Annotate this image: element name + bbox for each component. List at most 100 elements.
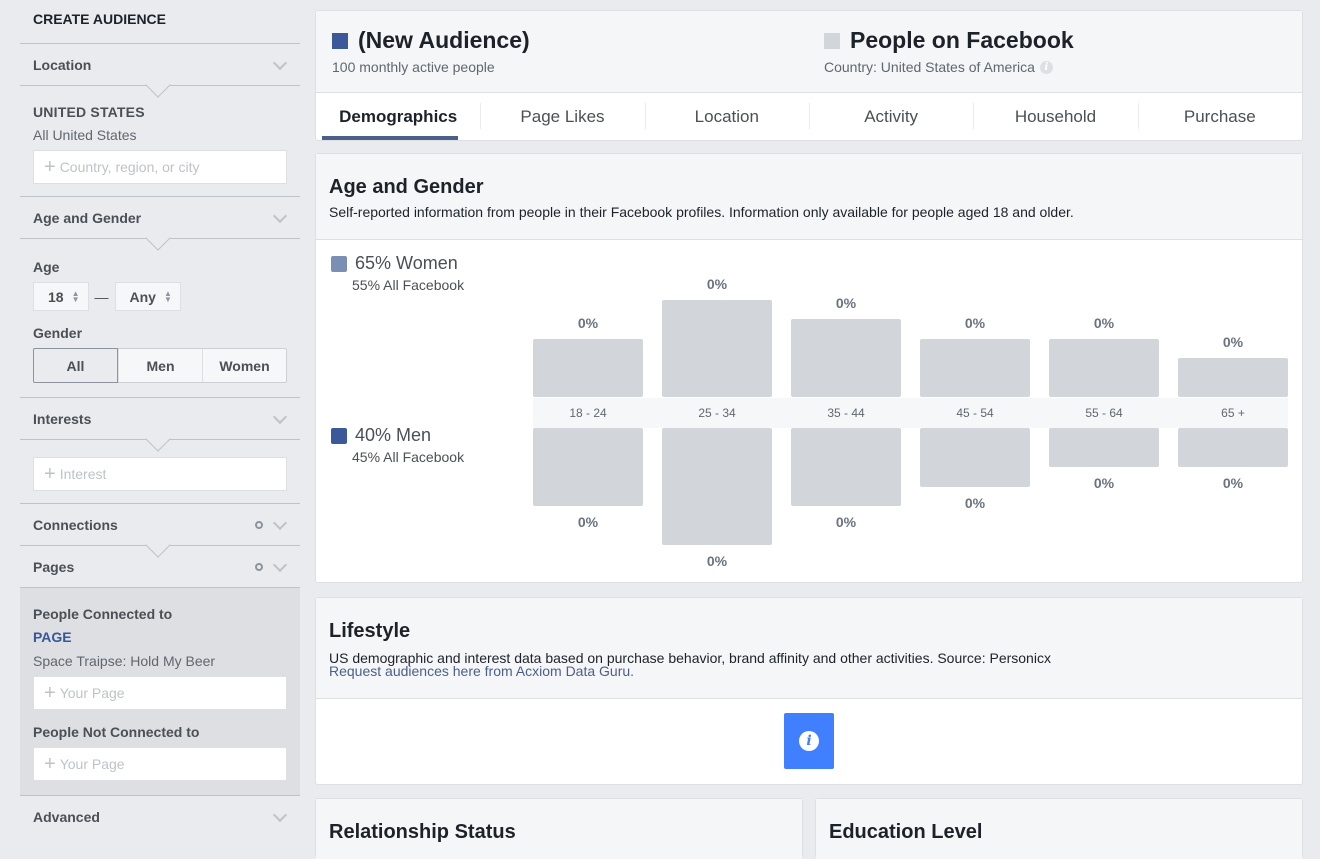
interest-input[interactable]: + Interest bbox=[33, 457, 287, 491]
sort-arrows-icon: ▲ ▼ bbox=[163, 288, 172, 304]
men-bar-label: 0% bbox=[706, 553, 728, 569]
tab-location[interactable]: Location bbox=[644, 93, 809, 141]
women-percent: 65% Women bbox=[355, 253, 458, 273]
location-label: Location bbox=[33, 56, 92, 73]
not-connected-to-label: People Not Connected to bbox=[33, 724, 200, 740]
country-scope: All United States bbox=[33, 127, 137, 143]
gender-men-button[interactable]: Men bbox=[118, 349, 202, 382]
advanced-section-header[interactable]: Advanced bbox=[20, 796, 300, 838]
women-bar-label: 0% bbox=[835, 295, 857, 311]
women-bar[interactable] bbox=[533, 338, 643, 397]
insights-tabs: Demographics Page Likes Location Activit… bbox=[316, 93, 1302, 141]
info-icon[interactable]: i bbox=[1039, 60, 1053, 74]
interest-placeholder: Interest bbox=[59, 466, 107, 482]
age-category-label: 18 - 24 bbox=[569, 406, 607, 420]
chevron-down-icon[interactable] bbox=[273, 59, 285, 71]
age-gender-title: Age and Gender bbox=[329, 176, 484, 198]
age-axis-band bbox=[533, 398, 1288, 428]
men-bar-label: 0% bbox=[964, 494, 986, 511]
age-gender-chart: 65% Women 55% All Facebook 40% Men 45% A… bbox=[316, 240, 1302, 582]
connected-page-input[interactable]: + Your Page bbox=[33, 676, 287, 710]
age-gender-body: Age 18 ▲ ▼ — Any ▲ ▼ Gender All Men Women bbox=[20, 239, 300, 398]
men-bar[interactable] bbox=[791, 428, 901, 506]
men-bar[interactable] bbox=[662, 428, 772, 545]
women-bar[interactable] bbox=[791, 319, 901, 397]
tab-household[interactable]: Household bbox=[973, 93, 1137, 141]
age-category-label: 55 - 64 bbox=[1085, 406, 1123, 420]
women-bar[interactable] bbox=[662, 299, 772, 397]
gender-label: Gender bbox=[33, 325, 83, 341]
women-all-facebook: 55% All Facebook bbox=[352, 277, 465, 293]
lifestyle-card: Lifestyle US demographic and interest da… bbox=[315, 597, 1303, 785]
not-connected-page-placeholder: Your Page bbox=[59, 756, 125, 772]
location-section-header[interactable]: Location bbox=[20, 44, 300, 98]
connected-page-placeholder: Your Page bbox=[59, 685, 125, 701]
chevron-down-icon[interactable] bbox=[273, 811, 285, 823]
tab-purchase[interactable]: Purchase bbox=[1137, 93, 1302, 141]
men-bar[interactable] bbox=[1049, 428, 1159, 467]
men-bar-label: 0% bbox=[1222, 475, 1244, 491]
gender-women-button[interactable]: Women bbox=[202, 349, 286, 382]
tab-page-likes[interactable]: Page Likes bbox=[480, 93, 644, 141]
plus-icon: + bbox=[44, 156, 56, 178]
people-on-facebook-swatch bbox=[824, 32, 840, 49]
selected-page-name[interactable]: Space Traipse: Hold My Beer bbox=[33, 653, 287, 669]
men-bar-label: 0% bbox=[835, 514, 857, 530]
age-min-select[interactable]: 18 ▲ ▼ bbox=[33, 282, 89, 311]
people-on-facebook-subtitle: Country: United States of America bbox=[824, 59, 1035, 75]
new-audience-swatch bbox=[332, 32, 348, 49]
new-audience-block: (New Audience) 100 monthly active people bbox=[332, 27, 530, 75]
age-category-label: 25 - 34 bbox=[698, 406, 736, 420]
age-max-select[interactable]: Any ▲ ▼ bbox=[114, 282, 181, 311]
chevron-down-icon[interactable] bbox=[273, 212, 285, 224]
men-bar-label: 0% bbox=[1093, 475, 1115, 491]
men-swatch bbox=[331, 427, 347, 444]
new-audience-title: (New Audience) bbox=[358, 27, 530, 53]
men-bar-label: 0% bbox=[577, 514, 599, 530]
tab-activity[interactable]: Activity bbox=[808, 93, 973, 141]
connections-section-header[interactable]: Connections bbox=[20, 504, 300, 558]
age-category-label: 45 - 54 bbox=[956, 406, 994, 420]
women-bar[interactable] bbox=[1178, 358, 1288, 397]
women-swatch bbox=[331, 255, 347, 272]
create-audience-sidebar: CREATE AUDIENCE Location UNITED STATES A… bbox=[20, 0, 300, 846]
tab-demographics[interactable]: Demographics bbox=[316, 93, 480, 141]
lifestyle-title: Lifestyle bbox=[329, 620, 411, 642]
status-dot-icon bbox=[255, 562, 263, 571]
men-all-facebook: 45% All Facebook bbox=[352, 449, 465, 465]
age-gender-card: Age and Gender Self-reported information… bbox=[315, 153, 1303, 583]
people-on-facebook-title: People on Facebook bbox=[850, 27, 1074, 53]
interests-section-header[interactable]: Interests bbox=[20, 398, 300, 452]
status-dot-icon bbox=[255, 520, 263, 529]
relationship-status-card: Relationship Status bbox=[315, 798, 803, 859]
chevron-down-icon[interactable] bbox=[273, 561, 285, 573]
acxiom-link[interactable]: Request audiences here from Acxiom Data … bbox=[329, 664, 1289, 678]
age-gender-label: Age and Gender bbox=[33, 209, 142, 226]
age-gender-description: Self-reported information from people in… bbox=[329, 204, 1074, 220]
chevron-down-icon[interactable] bbox=[273, 413, 285, 425]
legend-men: 40% Men 45% All Facebook bbox=[331, 425, 464, 465]
gender-all-button[interactable]: All bbox=[33, 348, 118, 383]
interests-label: Interests bbox=[33, 410, 92, 427]
women-bar[interactable] bbox=[1049, 338, 1159, 397]
connected-to-label: People Connected to bbox=[33, 606, 173, 622]
plus-icon: + bbox=[44, 753, 56, 775]
women-bar-label: 0% bbox=[964, 314, 986, 331]
age-category-label: 65 + bbox=[1221, 406, 1245, 420]
men-bar[interactable] bbox=[533, 428, 643, 506]
not-connected-page-input[interactable]: + Your Page bbox=[33, 747, 287, 781]
men-bar[interactable] bbox=[1178, 428, 1288, 467]
new-audience-subtitle: 100 monthly active people bbox=[332, 59, 495, 75]
lifestyle-info-button[interactable]: i bbox=[784, 713, 834, 769]
women-bar[interactable] bbox=[920, 338, 1030, 397]
men-bar[interactable] bbox=[920, 428, 1030, 487]
selected-country: UNITED STATES bbox=[33, 104, 145, 120]
plus-icon: + bbox=[44, 463, 56, 485]
education-level-card: Education Level bbox=[815, 798, 1303, 859]
women-bar-label: 0% bbox=[706, 275, 728, 292]
legend-women: 65% Women 55% All Facebook bbox=[331, 253, 464, 293]
people-on-facebook-block: People on Facebook Country: United State… bbox=[824, 27, 1074, 75]
age-gender-section-header[interactable]: Age and Gender bbox=[20, 197, 300, 251]
location-input[interactable]: + Country, region, or city bbox=[33, 150, 287, 184]
chevron-down-icon[interactable] bbox=[273, 519, 285, 531]
